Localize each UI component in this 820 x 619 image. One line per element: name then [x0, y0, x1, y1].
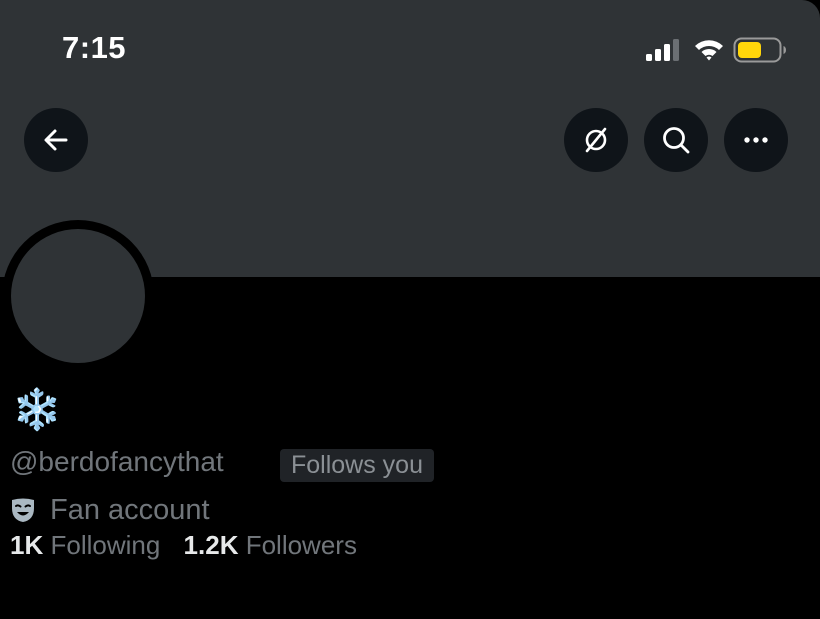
profile-handle: @berdofancythat	[10, 446, 224, 477]
hide-profile-button[interactable]	[564, 108, 628, 172]
follows-you-badge: Follows you	[280, 449, 434, 482]
following-label: Following	[50, 530, 161, 560]
category-label: Fan account	[50, 493, 210, 526]
crossed-circle-icon	[585, 127, 607, 153]
search-button[interactable]	[644, 108, 708, 172]
profile-category: Fan account	[10, 492, 210, 528]
more-horizontal-icon	[744, 137, 768, 143]
status-bar: 7:15	[0, 0, 820, 100]
following-link[interactable]: 1K Following	[10, 530, 160, 560]
cellular-signal-icon	[646, 39, 679, 61]
display-name: ❄️	[12, 388, 62, 432]
following-count: 1K	[10, 530, 44, 560]
followers-link[interactable]: 1.2K Followers	[184, 530, 357, 560]
battery-icon	[733, 37, 786, 63]
wifi-icon	[695, 40, 723, 61]
back-button[interactable]	[24, 108, 88, 172]
followers-count: 1.2K	[183, 530, 239, 560]
profile-screen: 7:15 ❄️ @berdofancythat Follows you Fan …	[0, 0, 820, 619]
more-options-button[interactable]	[724, 108, 788, 172]
follow-stats: 1K Following 1.2K Followers	[10, 530, 373, 561]
theater-mask-icon	[12, 498, 34, 522]
arrow-left-icon	[44, 129, 68, 151]
followers-label: Followers	[245, 530, 357, 560]
status-time: 7:15	[62, 30, 127, 65]
search-icon	[663, 127, 690, 154]
avatar[interactable]	[11, 229, 145, 363]
